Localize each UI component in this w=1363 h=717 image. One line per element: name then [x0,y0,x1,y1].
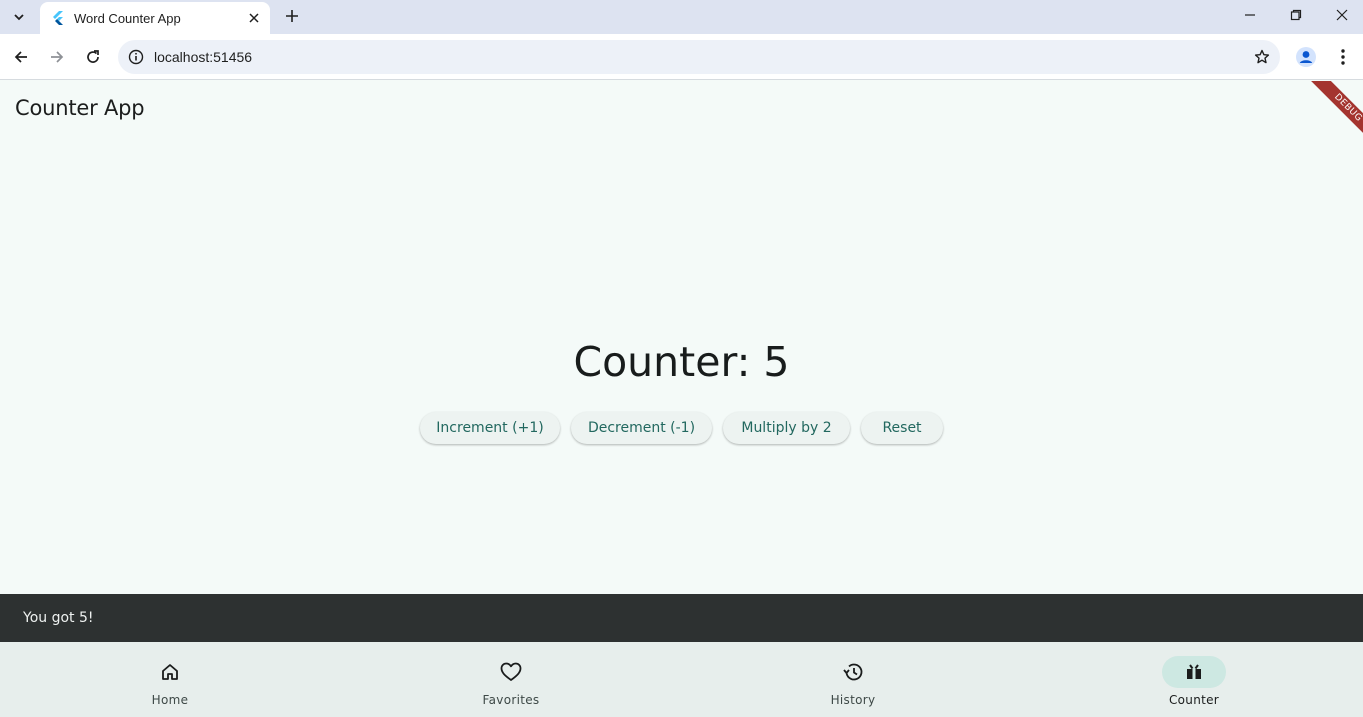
nav-label: Favorites [482,693,540,707]
reload-icon [87,50,99,63]
tab-title: Word Counter App [74,10,181,26]
tab-close-icon[interactable] [242,6,266,30]
arrow-right-icon [51,51,64,63]
counter-display: Counter: 5 [573,338,790,386]
nav-item-home[interactable]: Home [110,642,230,717]
nav-indicator [479,656,543,688]
nav-item-history[interactable]: History [793,642,913,717]
plus-icon [286,10,298,22]
site-info-icon[interactable] [118,40,154,74]
snackbar-message: You got 5! [23,610,94,626]
address-bar[interactable]: localhost:51456 [118,40,1280,74]
multiply-button[interactable]: Multiply by 2 [723,412,850,444]
app-bar-title: Counter App [15,96,145,120]
browser-tab[interactable]: Word Counter App [40,2,270,34]
nav-item-favorites[interactable]: Favorites [451,642,571,717]
nav-indicator [1162,656,1226,688]
restore-icon [1290,9,1302,21]
nav-label: History [830,693,876,707]
debug-banner-label: DEBUG [1310,81,1363,146]
nav-item-counter[interactable]: Counter [1134,642,1254,717]
nav-indicator [138,656,202,688]
snackbar: You got 5! [0,594,1363,642]
reload-button[interactable] [78,42,108,72]
nav-label: Counter [1168,693,1220,707]
minimize-icon [1245,14,1255,16]
heart-icon [500,662,522,681]
profile-avatar-icon[interactable] [1292,43,1320,71]
browser-tab-strip: Word Counter App [0,0,1363,34]
home-icon [162,664,178,680]
back-button[interactable] [6,42,36,72]
counter-icon [1187,664,1201,679]
minimize-button[interactable] [1227,0,1273,30]
flutter-icon [52,11,66,25]
bottom-navigation-bar: Home Favorites History Counter [0,642,1363,717]
nav-label: Home [151,693,189,707]
history-icon [843,663,863,681]
forward-button[interactable] [42,42,72,72]
close-icon [1336,9,1348,21]
arrow-left-icon [14,51,27,63]
decrement-button[interactable]: Decrement (-1) [571,412,712,444]
action-buttons: Increment (+1) Decrement (-1) Multiply b… [0,412,1363,444]
url-text[interactable]: localhost:51456 [154,49,1244,65]
restore-button[interactable] [1273,0,1319,30]
nav-indicator [821,656,885,688]
debug-banner: DEBUG [1298,81,1363,146]
close-window-button[interactable] [1319,0,1363,30]
tab-search-button[interactable] [6,5,32,29]
browser-toolbar: localhost:51456 [0,34,1363,80]
new-tab-button[interactable] [279,3,305,29]
browser-menu-icon[interactable] [1332,43,1354,71]
increment-button[interactable]: Increment (+1) [420,412,560,444]
bookmark-star-icon[interactable] [1244,40,1280,74]
chevron-down-icon [14,14,24,21]
reset-button[interactable]: Reset [861,412,943,444]
